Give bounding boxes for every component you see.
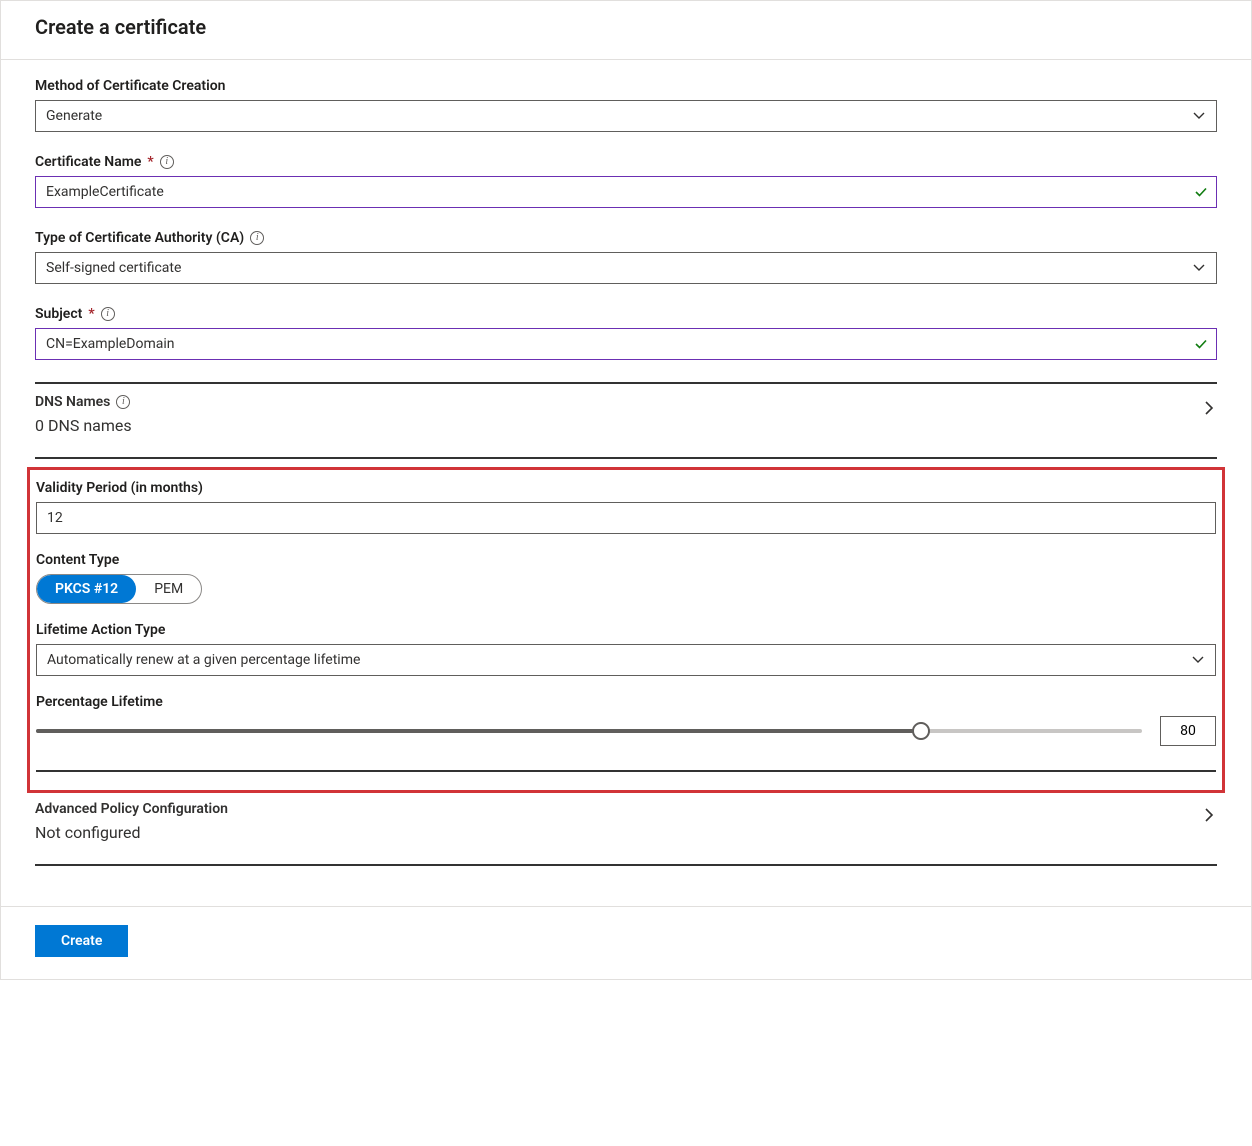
chevron-down-icon bbox=[1192, 261, 1206, 275]
check-icon bbox=[1194, 185, 1208, 199]
input-name[interactable] bbox=[36, 177, 1216, 207]
chevron-down-icon bbox=[1191, 653, 1205, 667]
chevron-right-icon bbox=[1201, 801, 1217, 823]
page-header: Create a certificate bbox=[1, 1, 1251, 60]
section-dns: DNS Names i 0 DNS names bbox=[35, 384, 1217, 459]
slider-fill bbox=[36, 729, 921, 733]
create-certificate-form: Create a certificate Method of Certifica… bbox=[0, 0, 1252, 980]
field-method: Method of Certificate Creation Generate bbox=[35, 78, 1217, 132]
field-subject: Subject * i bbox=[35, 306, 1217, 360]
label-validity: Validity Period (in months) bbox=[36, 480, 1216, 496]
label-percentage: Percentage Lifetime bbox=[36, 694, 1216, 710]
input-validity[interactable] bbox=[37, 503, 1215, 533]
info-icon[interactable]: i bbox=[250, 231, 264, 245]
toggle-opt-pem[interactable]: PEM bbox=[136, 575, 201, 603]
label-method: Method of Certificate Creation bbox=[35, 78, 1217, 94]
select-lifetime-action-value: Automatically renew at a given percentag… bbox=[47, 652, 360, 668]
form-body: Method of Certificate Creation Generate … bbox=[1, 60, 1251, 906]
input-validity-wrap bbox=[36, 502, 1216, 534]
input-subject-wrap bbox=[35, 328, 1217, 360]
chevron-right-icon bbox=[1201, 394, 1217, 416]
info-icon[interactable]: i bbox=[116, 395, 130, 409]
slider-percentage-row bbox=[36, 716, 1216, 746]
check-icon bbox=[1194, 337, 1208, 351]
value-advanced: Not configured bbox=[35, 823, 1201, 842]
label-subject: Subject * i bbox=[35, 306, 1217, 322]
select-lifetime-action[interactable]: Automatically renew at a given percentag… bbox=[36, 644, 1216, 676]
field-validity: Validity Period (in months) bbox=[36, 480, 1216, 534]
nav-advanced-policy[interactable]: Advanced Policy Configuration Not config… bbox=[35, 791, 1217, 846]
label-dns: DNS Names i bbox=[35, 394, 1201, 410]
info-icon[interactable]: i bbox=[101, 307, 115, 321]
label-advanced: Advanced Policy Configuration bbox=[35, 801, 1201, 817]
field-percentage: Percentage Lifetime bbox=[36, 694, 1216, 746]
slider-thumb[interactable] bbox=[912, 722, 930, 740]
highlighted-section: Validity Period (in months) Content Type… bbox=[27, 467, 1225, 793]
nav-dns-names[interactable]: DNS Names i 0 DNS names bbox=[35, 384, 1217, 439]
label-name: Certificate Name * i bbox=[35, 154, 1217, 170]
select-method[interactable]: Generate bbox=[35, 100, 1217, 132]
input-subject[interactable] bbox=[36, 329, 1216, 359]
required-indicator: * bbox=[88, 306, 94, 322]
field-content-type: Content Type PKCS #12 PEM bbox=[36, 552, 1216, 604]
field-name: Certificate Name * i bbox=[35, 154, 1217, 208]
input-name-wrap bbox=[35, 176, 1217, 208]
input-percentage-value[interactable] bbox=[1160, 716, 1216, 746]
label-ca-type: Type of Certificate Authority (CA) i bbox=[35, 230, 1217, 246]
create-button[interactable]: Create bbox=[35, 925, 128, 957]
info-icon[interactable]: i bbox=[160, 155, 174, 169]
toggle-content-type: PKCS #12 PEM bbox=[36, 574, 202, 604]
toggle-opt-pkcs12[interactable]: PKCS #12 bbox=[37, 575, 136, 603]
field-ca-type: Type of Certificate Authority (CA) i Sel… bbox=[35, 230, 1217, 284]
field-lifetime-action: Lifetime Action Type Automatically renew… bbox=[36, 622, 1216, 676]
slider-percentage[interactable] bbox=[36, 721, 1142, 741]
label-lifetime-action: Lifetime Action Type bbox=[36, 622, 1216, 638]
select-ca-type-value: Self-signed certificate bbox=[46, 260, 181, 276]
form-footer: Create bbox=[1, 906, 1251, 979]
page-title: Create a certificate bbox=[35, 15, 1217, 39]
value-dns: 0 DNS names bbox=[35, 416, 1201, 435]
divider bbox=[36, 770, 1216, 772]
select-ca-type[interactable]: Self-signed certificate bbox=[35, 252, 1217, 284]
required-indicator: * bbox=[147, 154, 153, 170]
section-advanced: Advanced Policy Configuration Not config… bbox=[35, 791, 1217, 866]
select-method-value: Generate bbox=[46, 108, 102, 124]
chevron-down-icon bbox=[1192, 109, 1206, 123]
label-content-type: Content Type bbox=[36, 552, 1216, 568]
